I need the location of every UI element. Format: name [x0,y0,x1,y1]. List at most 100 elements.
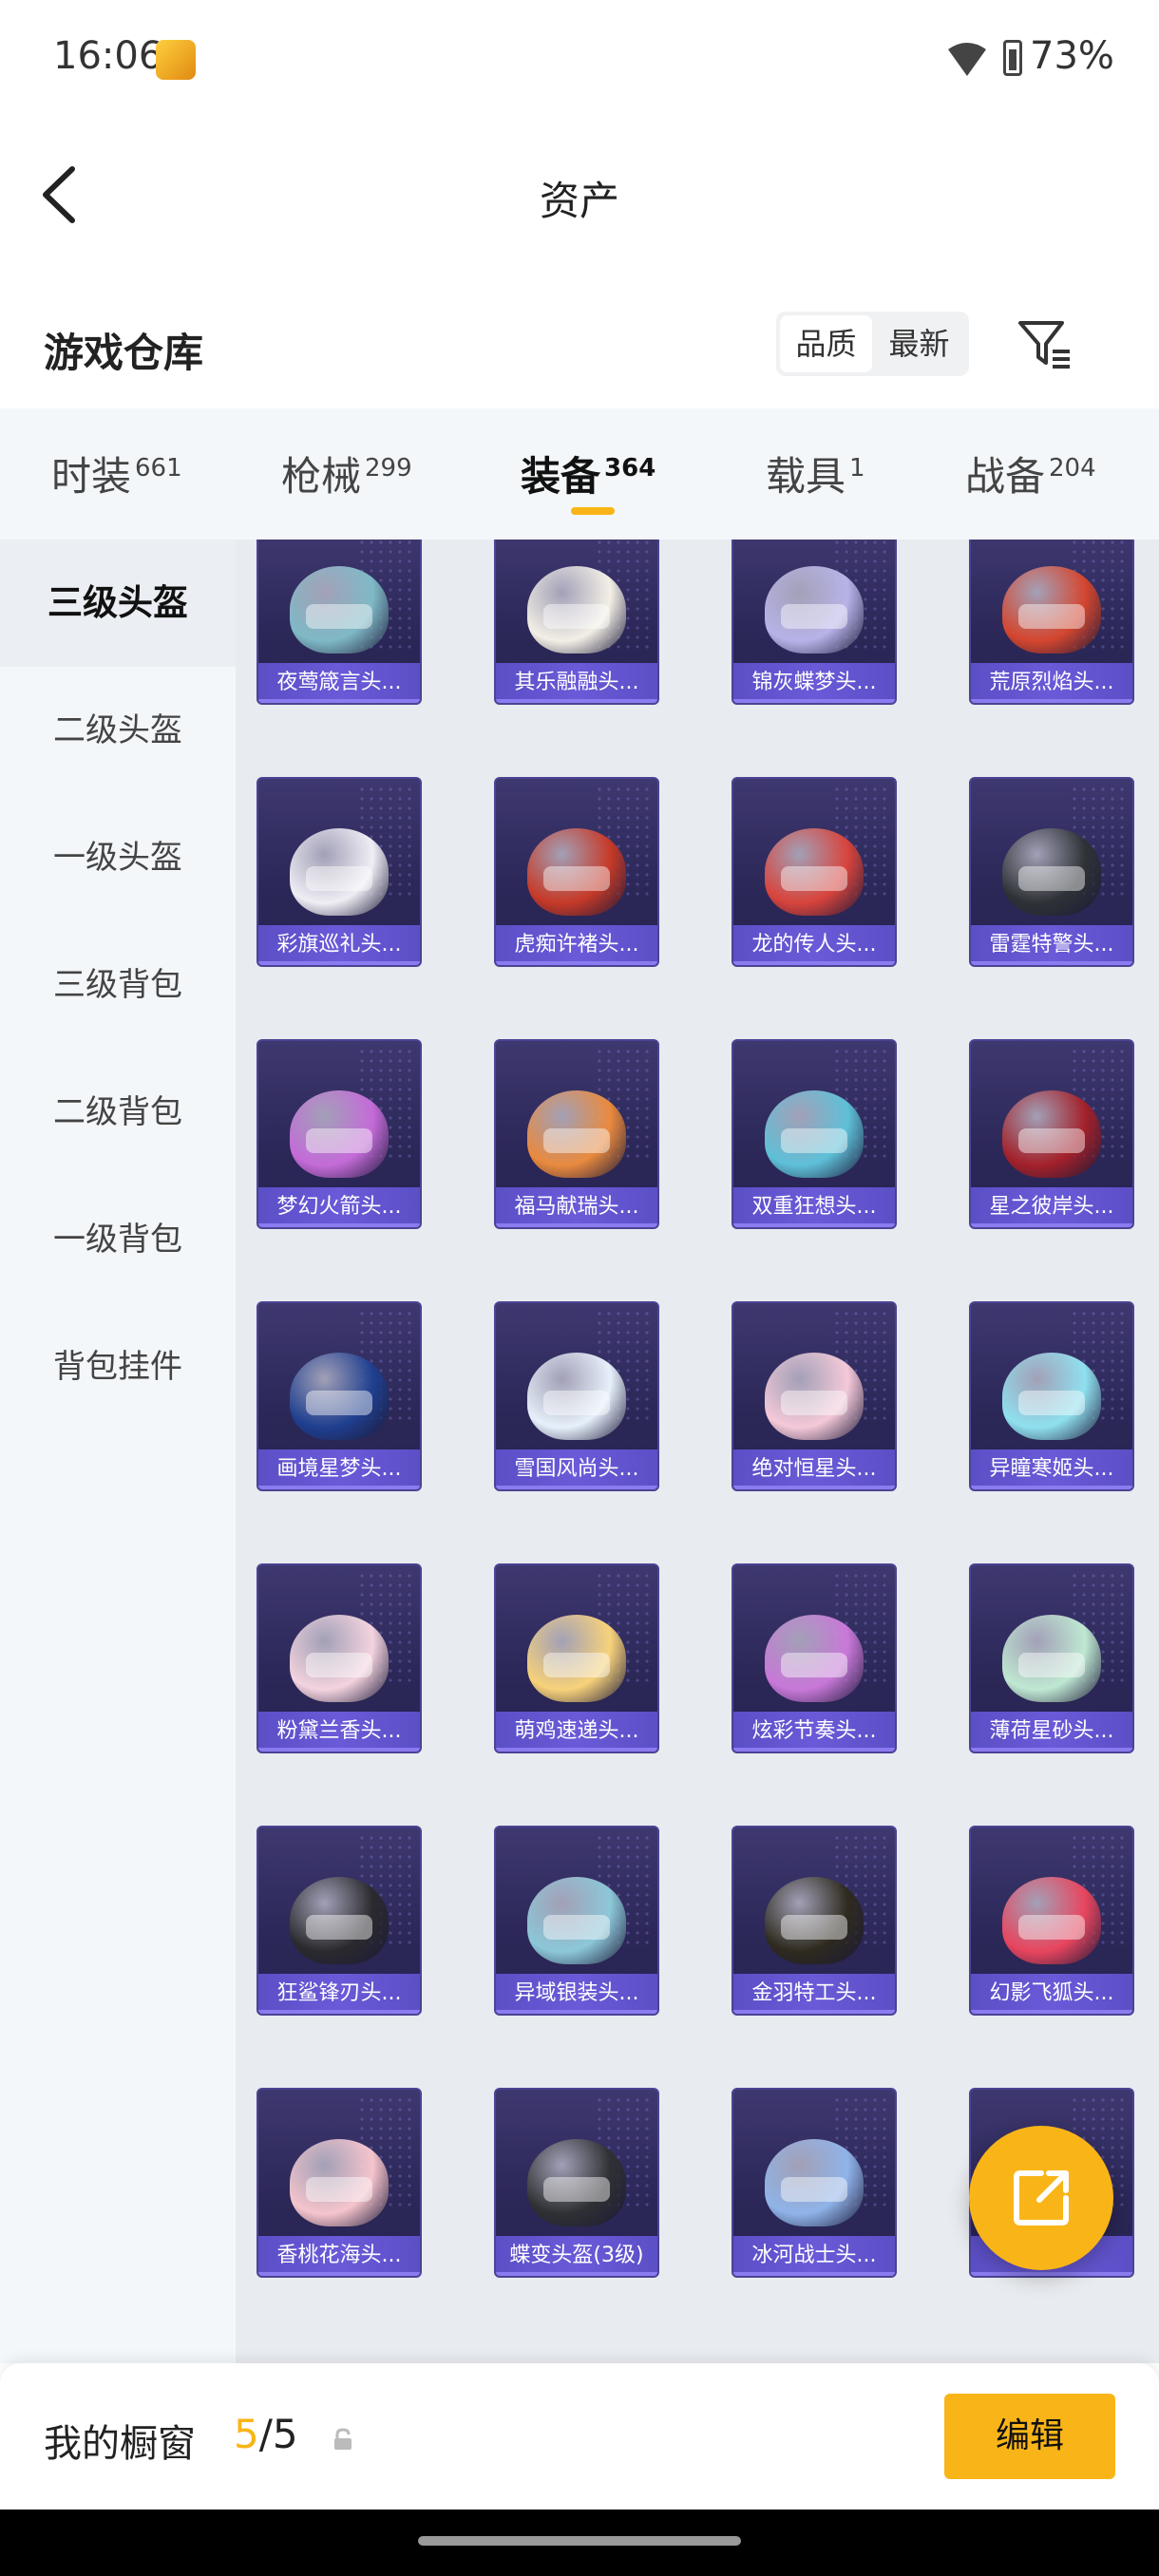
sidebar-item-level2-backpack[interactable]: 二级背包 [0,1049,236,1176]
helmet-visor [781,866,847,891]
helmet-visor [306,1128,372,1153]
item-name: 狂鲨锋刃头... [258,1974,420,2014]
warehouse-section-header: 游戏仓库 品质 最新 [0,275,1159,408]
item-card[interactable]: 薄荷星砂头... [969,1563,1134,1753]
item-name: 萌鸡速递头... [496,1712,657,1752]
item-card[interactable]: 金羽特工头... [732,1826,897,2016]
filter-icon[interactable] [1015,313,1075,374]
helmet-visor [543,1391,610,1415]
item-card[interactable]: 梦幻火箭头... [256,1039,422,1229]
wifi-icon [948,43,986,76]
item-card[interactable]: 香桃花海头... [256,2088,422,2278]
item-card[interactable]: 虎痴许褚头... [494,777,659,967]
tab-label: 载具 [766,453,846,500]
sort-quality-button[interactable]: 品质 [780,315,872,372]
item-card[interactable]: 幻影飞狐头... [969,1826,1134,2016]
helmet-visor [543,1915,610,1940]
sort-toggle: 品质 最新 [776,312,969,376]
item-name: 星之彼岸头... [971,1187,1132,1227]
showcase-current: 5 [234,2411,259,2457]
item-name: 其乐融融头... [496,663,657,703]
item-name: 梦幻火箭头... [258,1187,420,1227]
status-time: 16:06 [53,34,163,78]
item-card[interactable]: 萌鸡速递头... [494,1563,659,1753]
item-name: 薄荷星砂头... [971,1712,1132,1752]
helmet-visor [781,2177,847,2202]
item-name: 荒原烈焰头... [971,663,1132,703]
tab-count: 1 [849,454,865,483]
showcase-total: 5 [272,2411,298,2457]
item-name: 绝对恒星头... [733,1449,895,1489]
item-card[interactable]: 绝对恒星头... [732,1301,897,1491]
battery-icon [1003,40,1022,76]
item-card[interactable]: 炫彩节奏头... [732,1563,897,1753]
edit-button[interactable]: 编辑 [944,2394,1115,2479]
helmet-visor [781,1128,847,1153]
item-name: 龙的传人头... [733,925,895,965]
item-name: 异瞳寒姬头... [971,1449,1132,1489]
helmet-visor [1018,1915,1085,1940]
helmet-visor [306,1915,372,1940]
item-card[interactable]: 其乐融融头... [494,540,659,705]
item-card[interactable]: 异瞳寒姬头... [969,1301,1134,1491]
helmet-visor [306,866,372,891]
item-card[interactable]: 狂鲨锋刃头... [256,1826,422,2016]
item-card[interactable]: 冰河战士头... [732,2088,897,2278]
tab-weapons[interactable]: 枪械 299 [281,445,412,502]
home-indicator [418,2536,741,2546]
sort-newest-button[interactable]: 最新 [873,315,965,372]
tab-vehicles[interactable]: 载具 1 [766,445,865,502]
helmet-visor [543,2177,610,2202]
item-card[interactable]: 双重狂想头... [732,1039,897,1229]
item-card[interactable]: 锦灰蝶梦头... [732,540,897,705]
sidebar-item-level1-backpack[interactable]: 一级背包 [0,1176,236,1303]
item-card[interactable]: 龙的传人头... [732,777,897,967]
item-card[interactable]: 异域银装头... [494,1826,659,2016]
item-card[interactable]: 雷霆特警头... [969,777,1134,967]
helmet-visor [306,1391,372,1415]
tab-label: 时装 [51,453,132,500]
app-header: 资产 [0,114,1159,275]
item-card[interactable]: 夜莺箴言头... [256,540,422,705]
item-name: 异域银装头... [496,1974,657,2014]
sidebar-item-level1-helmet[interactable]: 一级头盔 [0,794,236,921]
item-card[interactable]: 福马献瑞头... [494,1039,659,1229]
item-name: 彩旗巡礼头... [258,925,420,965]
helmet-visor [1018,1391,1085,1415]
sidebar-item-level2-helmet[interactable]: 二级头盔 [0,667,236,794]
tab-count: 299 [365,454,412,483]
tab-label: 枪械 [281,453,362,500]
item-name: 雪国风尚头... [496,1449,657,1489]
active-tab-indicator [571,507,615,515]
battery-percent: 73% [1030,34,1114,78]
item-card[interactable]: 彩旗巡礼头... [256,777,422,967]
helmet-visor [781,1391,847,1415]
item-card[interactable]: 粉黛兰香头... [256,1563,422,1753]
item-card[interactable]: 画境星梦头... [256,1301,422,1491]
item-card[interactable]: 蝶变头盔(3级) [494,2088,659,2278]
showcase-separator: / [258,2411,273,2457]
tab-label: 装备 [521,453,601,500]
sidebar-item-level3-backpack[interactable]: 三级背包 [0,921,236,1049]
tab-equipment[interactable]: 装备 364 [521,445,656,502]
item-card[interactable]: 星之彼岸头... [969,1039,1134,1229]
lock-icon [334,2428,352,2450]
helmet-visor [306,2177,372,2202]
helmet-visor [1018,1653,1085,1677]
helmet-visor [543,866,610,891]
helmet-visor [306,604,372,629]
helmet-visor [781,1915,847,1940]
share-fab-button[interactable] [969,2126,1113,2270]
category-tabs: 时装 661 枪械 299 装备 364 载具 1 战备 204 [0,408,1159,540]
sidebar-item-backpack-charm[interactable]: 背包挂件 [0,1303,236,1430]
subcategory-sidebar: 三级头盔 二级头盔 一级头盔 三级背包 二级背包 一级背包 背包挂件 [0,540,236,2363]
share-external-icon [1014,2170,1069,2226]
tab-supplies[interactable]: 战备 204 [965,445,1096,502]
helmet-visor [1018,1128,1085,1153]
item-name: 炫彩节奏头... [733,1712,895,1752]
item-card[interactable]: 雪国风尚头... [494,1301,659,1491]
item-card[interactable]: 荒原烈焰头... [969,540,1134,705]
tab-count: 364 [604,454,656,483]
sidebar-item-level3-helmet[interactable]: 三级头盔 [0,540,236,667]
tab-fashion[interactable]: 时装 661 [51,445,182,502]
